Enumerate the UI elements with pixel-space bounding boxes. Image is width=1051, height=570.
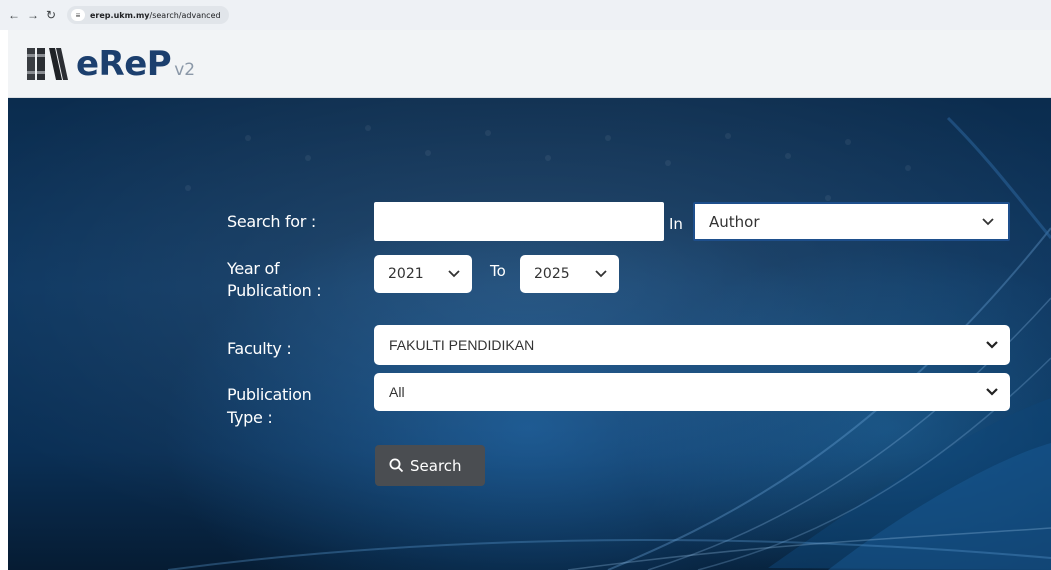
year-label-line1: Year of: [227, 259, 280, 278]
search-for-label: Search for :: [227, 212, 316, 231]
reload-icon[interactable]: ↻: [46, 9, 56, 21]
pubtype-label-line1: Publication: [227, 385, 312, 404]
year-from-value: 2021: [388, 266, 424, 282]
publication-type-select[interactable]: All: [374, 373, 1010, 411]
address-bar[interactable]: ≡ erep.ukm.my/search/advanced: [67, 6, 229, 24]
year-from-select[interactable]: 2021: [374, 255, 472, 293]
books-logo-icon: [24, 44, 72, 84]
faculty-label: Faculty :: [227, 339, 292, 358]
search-field-select[interactable]: Author: [693, 202, 1010, 241]
to-label: To: [490, 262, 506, 280]
advanced-search-panel: Search for : In Author Year of Publicati…: [8, 98, 1051, 570]
search-input[interactable]: [374, 202, 664, 241]
pubtype-label-line2: Type :: [227, 408, 273, 427]
year-label-line2: Publication :: [227, 281, 322, 300]
chevron-down-icon: [595, 270, 607, 278]
publication-type-value: All: [389, 384, 405, 400]
faculty-select[interactable]: FAKULTI PENDIDIKAN: [374, 325, 1010, 365]
back-arrow-icon[interactable]: ←: [8, 9, 20, 21]
chevron-down-icon: [986, 388, 998, 396]
url-text: erep.ukm.my/search/advanced: [90, 10, 221, 20]
logo-text[interactable]: eReP: [76, 44, 172, 84]
search-field-value: Author: [709, 212, 760, 231]
logo-version: v2: [174, 59, 196, 80]
faculty-value: FAKULTI PENDIDIKAN: [389, 337, 535, 353]
year-to-select[interactable]: 2025: [520, 255, 619, 293]
chevron-down-icon: [986, 341, 998, 349]
search-button-label: Search: [410, 456, 462, 475]
year-to-value: 2025: [534, 266, 570, 282]
chevron-down-icon: [448, 270, 460, 278]
browser-toolbar: ← → ↻ ≡ erep.ukm.my/search/advanced: [0, 0, 1051, 30]
site-header: eReP v2: [8, 30, 1051, 98]
magnifier-icon: [389, 458, 404, 473]
forward-arrow-icon[interactable]: →: [27, 9, 39, 21]
site-info-icon[interactable]: ≡: [71, 9, 85, 21]
chevron-down-icon: [982, 217, 994, 225]
search-button[interactable]: Search: [375, 445, 485, 486]
in-label: In: [669, 215, 683, 233]
